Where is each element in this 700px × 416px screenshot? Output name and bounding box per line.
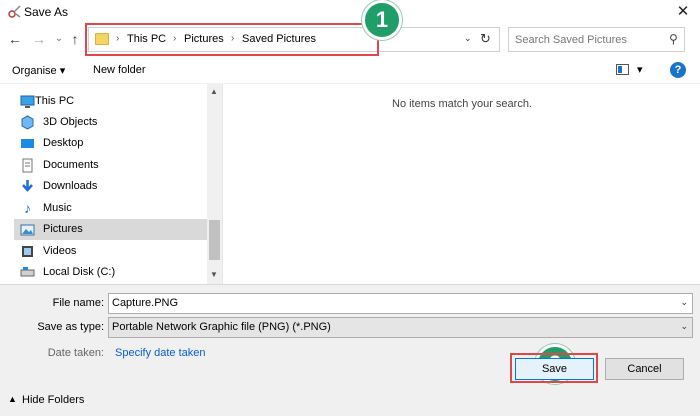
pictures-icon <box>20 222 35 237</box>
sidebar-item-label: This PC <box>35 95 75 107</box>
sidebar-item-this-pc[interactable]: This PC <box>14 91 208 112</box>
view-pane-icon <box>618 66 622 73</box>
save-as-type-label: Save as type: <box>37 321 104 333</box>
sidebar-item-label: Downloads <box>43 180 98 192</box>
sidebar-item-desktop[interactable]: Desktop <box>14 133 208 154</box>
scrollbar-thumb[interactable] <box>209 220 220 260</box>
organise-label: Organise <box>12 65 57 77</box>
sidebar-item-label: Videos <box>43 245 77 257</box>
search-placeholder: Search Saved Pictures <box>515 34 627 46</box>
videos-icon <box>20 244 35 259</box>
sidebar-item-label: 3D Objects <box>43 116 98 128</box>
cube-icon <box>20 115 35 130</box>
sidebar-item-documents[interactable]: Documents <box>14 155 208 176</box>
scroll-up-icon[interactable]: ▲ <box>210 87 218 96</box>
sidebar-item-videos[interactable]: Videos <box>14 241 208 262</box>
date-taken-label: Date taken: <box>47 347 104 359</box>
chevron-down-icon[interactable]: ⌄ <box>464 33 472 44</box>
back-arrow-icon[interactable]: ← <box>6 30 24 48</box>
file-name-field[interactable]: Capture.PNG ⌄ <box>108 293 693 314</box>
save-as-type-select[interactable]: Portable Network Graphic file (PNG) (*.P… <box>108 317 693 338</box>
documents-icon <box>20 158 35 173</box>
sidebar-item-music[interactable]: ♪ Music <box>14 198 208 219</box>
chevron-down-icon: ⌄ <box>680 321 688 331</box>
sidebar-item-label: Documents <box>43 159 99 171</box>
sidebar-item-label: Music <box>43 202 72 214</box>
empty-message: No items match your search. <box>392 98 532 110</box>
sidebar-item-label: Desktop <box>43 137 84 149</box>
music-icon: ♪ <box>24 200 31 216</box>
highlight-box-address <box>85 23 379 56</box>
sidebar-item-3d-objects[interactable]: 3D Objects <box>14 112 208 133</box>
file-name-value: Capture.PNG <box>112 297 179 309</box>
sidebar-item-label: Pictures <box>43 223 83 235</box>
desktop-icon <box>20 136 35 151</box>
file-name-label: File name: <box>52 297 104 309</box>
refresh-icon[interactable]: ↻ <box>480 31 491 47</box>
sidebar-item-label: Local Disk (C:) <box>43 266 116 278</box>
app-icon <box>8 5 21 18</box>
up-arrow-icon[interactable]: ↑ <box>66 30 84 48</box>
pc-icon <box>20 94 35 109</box>
view-dropdown-arrow-icon[interactable]: ▾ <box>637 63 643 76</box>
help-icon[interactable]: ? <box>670 62 686 78</box>
chevron-down-icon: ▾ <box>59 65 66 77</box>
view-options-icon[interactable] <box>616 64 629 75</box>
forward-arrow-icon[interactable]: → <box>30 30 48 48</box>
chevron-down-icon[interactable]: ⌄ <box>680 297 688 308</box>
search-input[interactable]: Search Saved Pictures ⚲ <box>508 27 685 52</box>
sidebar-item-downloads[interactable]: Downloads <box>14 176 208 197</box>
title-bar <box>0 0 700 24</box>
cancel-button[interactable]: Cancel <box>605 358 684 380</box>
sidebar-item-pictures[interactable]: Pictures <box>14 219 208 240</box>
close-icon[interactable]: ✕ <box>672 2 694 22</box>
new-folder-button[interactable]: New folder <box>93 64 146 76</box>
save-as-type-value: Portable Network Graphic file (PNG) (*.P… <box>112 321 331 333</box>
window-title: Save As <box>24 5 69 19</box>
step-badge-1: 1 <box>362 0 402 40</box>
download-icon <box>20 179 35 194</box>
scroll-down-icon[interactable]: ▼ <box>210 270 218 279</box>
hide-folders-button[interactable]: Hide Folders <box>22 394 84 406</box>
sidebar-item-local-disk[interactable]: Local Disk (C:) <box>14 262 208 283</box>
search-icon: ⚲ <box>669 32 678 46</box>
hide-folders-arrow-icon[interactable]: ▲ <box>8 394 17 404</box>
specify-date-link[interactable]: Specify date taken <box>115 347 206 359</box>
highlight-box-save <box>510 353 598 383</box>
file-list-pane[interactable]: No items match your search. <box>222 84 700 284</box>
organise-button[interactable]: Organise ▾ <box>12 64 65 77</box>
disk-icon <box>20 265 35 280</box>
